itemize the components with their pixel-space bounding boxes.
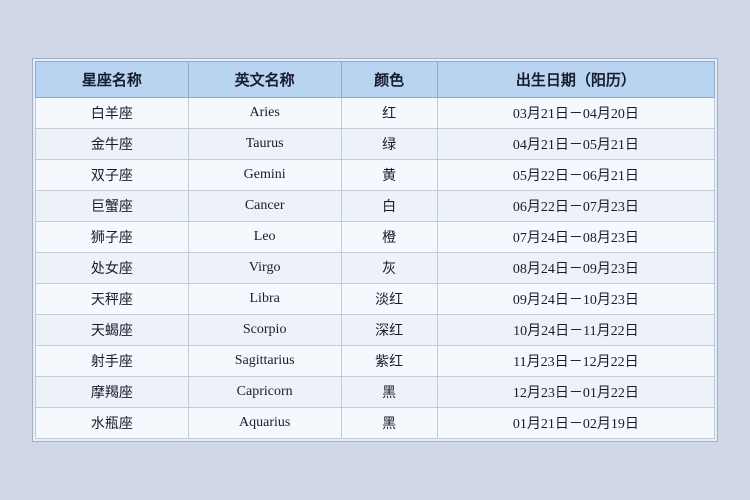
- cell-color: 白: [341, 191, 437, 222]
- cell-color: 黄: [341, 160, 437, 191]
- cell-english-name: Libra: [188, 284, 341, 315]
- cell-dates: 12月23日－01月22日: [437, 377, 714, 408]
- table-row: 白羊座Aries红03月21日－04月20日: [36, 98, 715, 129]
- cell-dates: 11月23日－12月22日: [437, 346, 714, 377]
- cell-color: 黑: [341, 377, 437, 408]
- cell-dates: 05月22日－06月21日: [437, 160, 714, 191]
- table-row: 摩羯座Capricorn黑12月23日－01月22日: [36, 377, 715, 408]
- cell-english-name: Scorpio: [188, 315, 341, 346]
- cell-color: 紫红: [341, 346, 437, 377]
- cell-english-name: Taurus: [188, 129, 341, 160]
- cell-english-name: Capricorn: [188, 377, 341, 408]
- cell-color: 橙: [341, 222, 437, 253]
- table-body: 白羊座Aries红03月21日－04月20日金牛座Taurus绿04月21日－0…: [36, 98, 715, 439]
- table-row: 水瓶座Aquarius黑01月21日－02月19日: [36, 408, 715, 439]
- cell-english-name: Gemini: [188, 160, 341, 191]
- cell-chinese-name: 水瓶座: [36, 408, 189, 439]
- cell-dates: 04月21日－05月21日: [437, 129, 714, 160]
- cell-chinese-name: 天蝎座: [36, 315, 189, 346]
- table-row: 射手座Sagittarius紫红11月23日－12月22日: [36, 346, 715, 377]
- cell-english-name: Aquarius: [188, 408, 341, 439]
- cell-color: 灰: [341, 253, 437, 284]
- table-row: 巨蟹座Cancer白06月22日－07月23日: [36, 191, 715, 222]
- cell-english-name: Aries: [188, 98, 341, 129]
- cell-color: 绿: [341, 129, 437, 160]
- table-row: 天蝎座Scorpio深红10月24日－11月22日: [36, 315, 715, 346]
- cell-chinese-name: 双子座: [36, 160, 189, 191]
- zodiac-table-container: 星座名称 英文名称 颜色 出生日期（阳历） 白羊座Aries红03月21日－04…: [32, 58, 718, 442]
- cell-chinese-name: 金牛座: [36, 129, 189, 160]
- cell-chinese-name: 狮子座: [36, 222, 189, 253]
- table-row: 双子座Gemini黄05月22日－06月21日: [36, 160, 715, 191]
- cell-chinese-name: 天秤座: [36, 284, 189, 315]
- header-color: 颜色: [341, 62, 437, 98]
- table-header-row: 星座名称 英文名称 颜色 出生日期（阳历）: [36, 62, 715, 98]
- cell-color: 红: [341, 98, 437, 129]
- cell-chinese-name: 巨蟹座: [36, 191, 189, 222]
- cell-english-name: Cancer: [188, 191, 341, 222]
- cell-dates: 06月22日－07月23日: [437, 191, 714, 222]
- cell-color: 深红: [341, 315, 437, 346]
- cell-dates: 07月24日－08月23日: [437, 222, 714, 253]
- cell-dates: 03月21日－04月20日: [437, 98, 714, 129]
- zodiac-table: 星座名称 英文名称 颜色 出生日期（阳历） 白羊座Aries红03月21日－04…: [35, 61, 715, 439]
- cell-color: 黑: [341, 408, 437, 439]
- cell-dates: 09月24日－10月23日: [437, 284, 714, 315]
- cell-dates: 08月24日－09月23日: [437, 253, 714, 284]
- cell-chinese-name: 处女座: [36, 253, 189, 284]
- cell-chinese-name: 射手座: [36, 346, 189, 377]
- header-chinese-name: 星座名称: [36, 62, 189, 98]
- table-row: 狮子座Leo橙07月24日－08月23日: [36, 222, 715, 253]
- cell-chinese-name: 摩羯座: [36, 377, 189, 408]
- table-row: 金牛座Taurus绿04月21日－05月21日: [36, 129, 715, 160]
- cell-dates: 01月21日－02月19日: [437, 408, 714, 439]
- cell-chinese-name: 白羊座: [36, 98, 189, 129]
- cell-english-name: Sagittarius: [188, 346, 341, 377]
- cell-dates: 10月24日－11月22日: [437, 315, 714, 346]
- header-dates: 出生日期（阳历）: [437, 62, 714, 98]
- cell-color: 淡红: [341, 284, 437, 315]
- header-english-name: 英文名称: [188, 62, 341, 98]
- cell-english-name: Virgo: [188, 253, 341, 284]
- table-row: 天秤座Libra淡红09月24日－10月23日: [36, 284, 715, 315]
- cell-english-name: Leo: [188, 222, 341, 253]
- table-row: 处女座Virgo灰08月24日－09月23日: [36, 253, 715, 284]
